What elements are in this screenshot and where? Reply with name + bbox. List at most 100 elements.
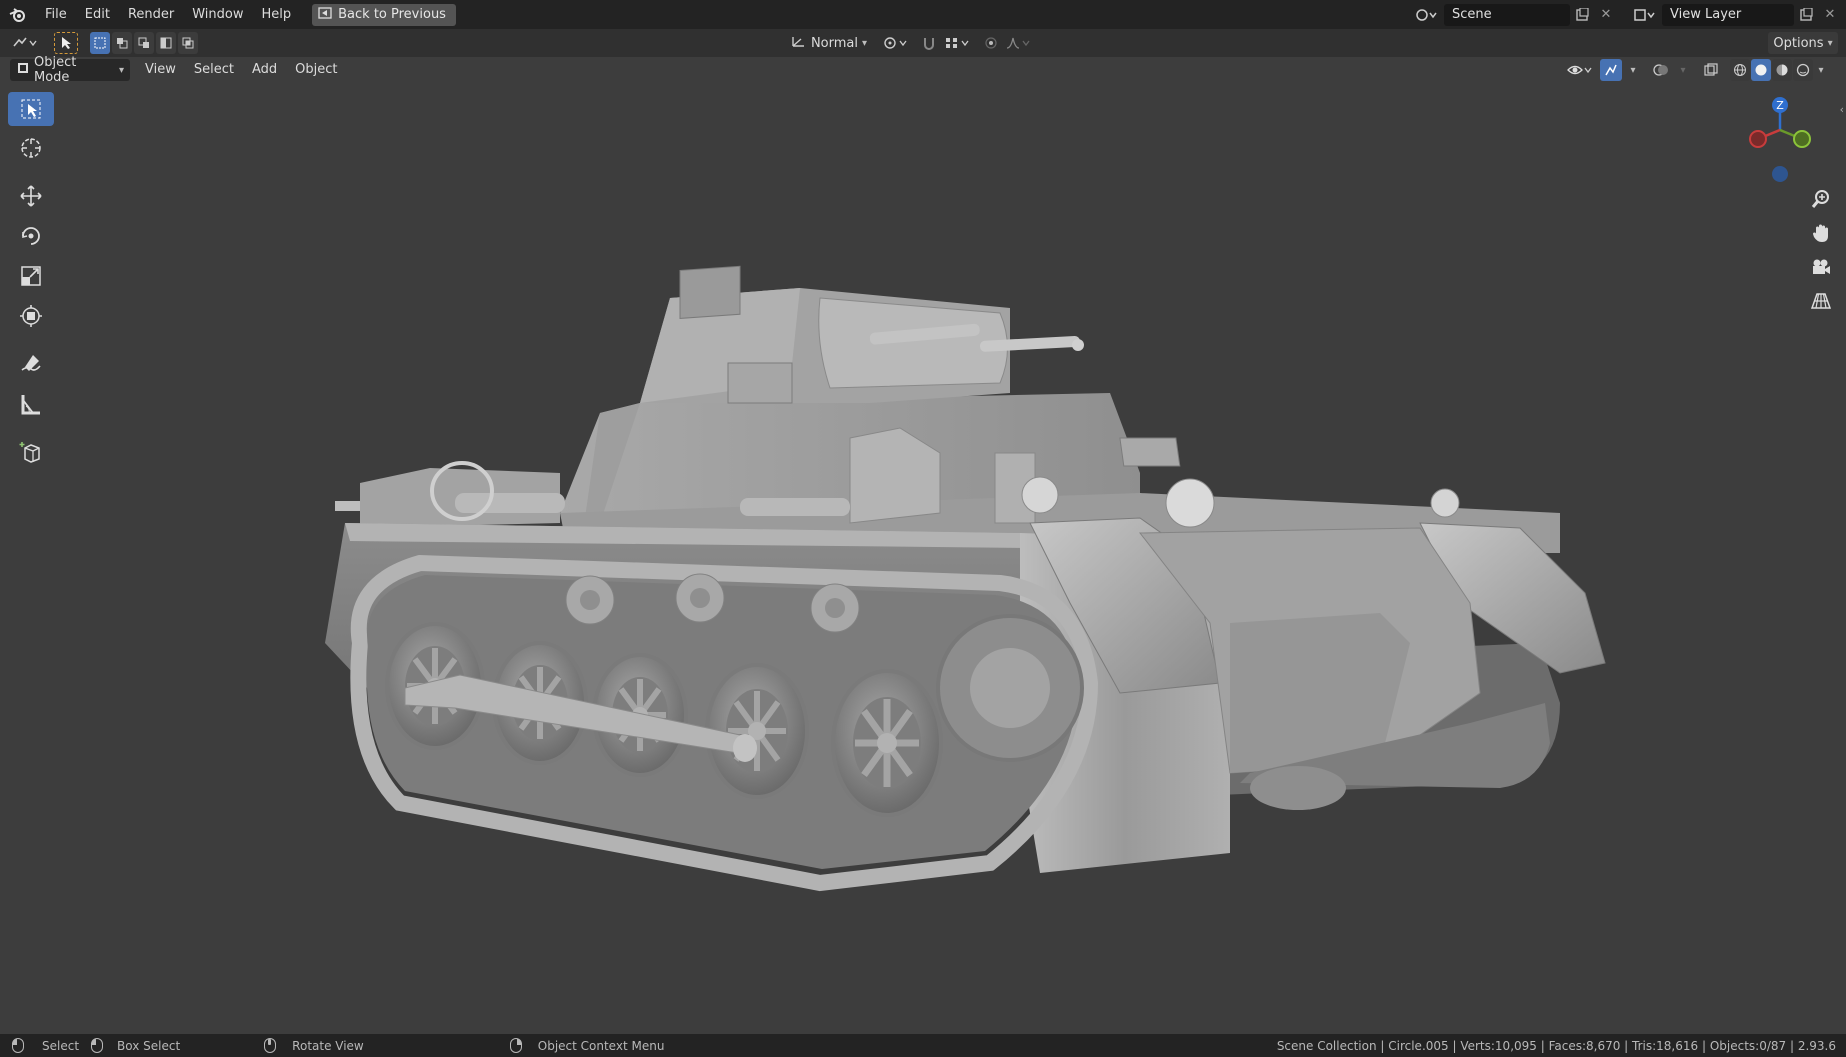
wireframe-shading-icon[interactable]	[1730, 59, 1750, 81]
screen-back-icon	[318, 6, 332, 23]
move-icon	[20, 185, 42, 207]
object-menu[interactable]: Object	[286, 59, 346, 81]
transform-tool[interactable]	[8, 298, 54, 334]
left-toolbar	[8, 92, 54, 470]
status-context-hint: Object Context Menu	[509, 1038, 664, 1053]
chevron-down-icon[interactable]: ▾	[1676, 59, 1690, 81]
chevron-down-icon[interactable]: ▾	[1626, 59, 1640, 81]
selection-mode-group	[90, 32, 198, 54]
navigation-gizmo[interactable]: Z	[1740, 95, 1820, 185]
pan-view-button[interactable]	[1806, 218, 1836, 248]
left-mouse-icon	[12, 1038, 24, 1053]
select-new-icon[interactable]	[90, 32, 110, 54]
delete-view-layer-icon[interactable]: ✕	[1818, 4, 1842, 26]
pivot-point-icon[interactable]	[880, 32, 912, 54]
rendered-shading-icon[interactable]	[1793, 59, 1813, 81]
select-extend-icon[interactable]	[112, 32, 132, 54]
camera-view-button[interactable]	[1806, 252, 1836, 282]
view-layer-selector: View Layer ✕	[1628, 3, 1842, 26]
menu-window[interactable]: Window	[183, 0, 252, 29]
visibility-icon[interactable]	[1564, 59, 1596, 81]
view-layer-browse-icon[interactable]	[1628, 4, 1662, 26]
annotate-tool[interactable]	[8, 346, 54, 382]
orientation-label: Normal	[810, 35, 858, 51]
solid-shading-icon[interactable]	[1751, 59, 1771, 81]
3d-viewport[interactable]: Z ‹	[0, 83, 1846, 1034]
sidebar-toggle-icon[interactable]: ‹	[1840, 103, 1844, 116]
delete-scene-icon[interactable]: ✕	[1594, 4, 1618, 26]
overlays-icon[interactable]	[1650, 59, 1672, 81]
move-tool[interactable]	[8, 178, 54, 214]
select-menu[interactable]: Select	[185, 59, 243, 81]
back-to-previous-button[interactable]: Back to Previous	[312, 3, 456, 26]
top-menu-bar: File Edit Render Window Help Back to Pre…	[0, 0, 1846, 29]
select-intersect-icon[interactable]	[178, 32, 198, 54]
status-rotate-label: Rotate View	[292, 1038, 364, 1053]
view-menu[interactable]: View	[136, 59, 185, 81]
menu-edit[interactable]: Edit	[76, 0, 119, 29]
new-scene-icon[interactable]	[1570, 4, 1594, 26]
left-drag-mouse-icon	[91, 1038, 104, 1053]
z-axis-label: Z	[1776, 99, 1784, 112]
cursor-tool[interactable]	[8, 130, 54, 166]
scene-name-field[interactable]: Scene	[1444, 3, 1570, 26]
annotate-pencil-icon	[21, 355, 41, 371]
transform-orientation-dropdown[interactable]: Normal ▾	[786, 32, 872, 54]
hand-pan-icon	[1813, 224, 1828, 242]
select-box-tool[interactable]	[8, 92, 54, 126]
chevron-down-icon: ▾	[1827, 37, 1833, 49]
gizmo-toggle-icon[interactable]	[1600, 59, 1622, 81]
zoom-view-button[interactable]	[1806, 184, 1836, 214]
cursor-icon	[21, 138, 41, 158]
chevron-down-icon: ▾	[862, 37, 868, 49]
scale-tool[interactable]	[8, 258, 54, 294]
snap-toggle-icon[interactable]	[918, 32, 940, 54]
chevron-down-icon[interactable]: ▾	[1814, 59, 1828, 81]
select-invert-icon[interactable]	[156, 32, 176, 54]
transform-icon	[20, 305, 42, 327]
select-subtract-icon[interactable]	[134, 32, 154, 54]
grid-perspective-icon	[1811, 293, 1831, 309]
options-dropdown[interactable]: Options ▾	[1768, 32, 1838, 54]
back-to-previous-label: Back to Previous	[338, 7, 446, 22]
menu-help[interactable]: Help	[253, 0, 301, 29]
menu-render[interactable]: Render	[119, 0, 183, 29]
xray-toggle-icon[interactable]	[1700, 59, 1722, 81]
scene-browse-icon[interactable]	[1410, 4, 1444, 26]
proportional-edit-icon[interactable]	[980, 32, 1002, 54]
active-tool-icon[interactable]	[54, 32, 78, 54]
scene-selector: Scene ✕	[1410, 3, 1618, 26]
editor-type-icon[interactable]	[8, 32, 42, 54]
middle-mouse-icon	[264, 1038, 277, 1053]
neg-z-axis-handle	[1772, 166, 1788, 182]
add-menu[interactable]: Add	[243, 59, 286, 81]
orientation-icon	[791, 34, 807, 52]
tool-header: Normal ▾ Options ▾	[0, 29, 1846, 57]
menu-file[interactable]: File	[36, 0, 76, 29]
status-box-select-hint: Box Select	[91, 1038, 180, 1053]
add-cube-tool[interactable]	[8, 434, 54, 470]
navigation-tools	[1806, 184, 1836, 316]
status-select-label: Select	[42, 1038, 80, 1053]
scale-icon	[21, 266, 41, 286]
camera-icon	[1813, 259, 1830, 274]
rotate-tool[interactable]	[8, 218, 54, 254]
blender-logo-icon[interactable]	[0, 0, 36, 29]
tank-model	[325, 265, 1606, 892]
shading-mode-group: ▾	[1730, 59, 1828, 81]
perspective-toggle-button[interactable]	[1806, 286, 1836, 316]
object-mode-icon	[16, 61, 30, 79]
status-rotate-hint: Rotate View	[264, 1038, 364, 1053]
add-cube-icon	[19, 442, 40, 463]
material-shading-icon[interactable]	[1772, 59, 1792, 81]
view-layer-name-field[interactable]: View Layer	[1662, 3, 1794, 26]
chevron-down-icon: ▾	[118, 64, 124, 76]
snap-target-icon[interactable]	[942, 32, 974, 54]
object-mode-dropdown[interactable]: Object Mode ▾	[10, 55, 130, 85]
scene-statistics: Scene Collection | Circle.005 | Verts:10…	[1276, 1038, 1836, 1053]
new-view-layer-icon[interactable]	[1794, 4, 1818, 26]
measure-tool[interactable]	[8, 386, 54, 422]
status-box-select-label: Box Select	[117, 1038, 181, 1053]
select-box-icon	[21, 99, 41, 119]
falloff-icon[interactable]	[1004, 32, 1034, 54]
